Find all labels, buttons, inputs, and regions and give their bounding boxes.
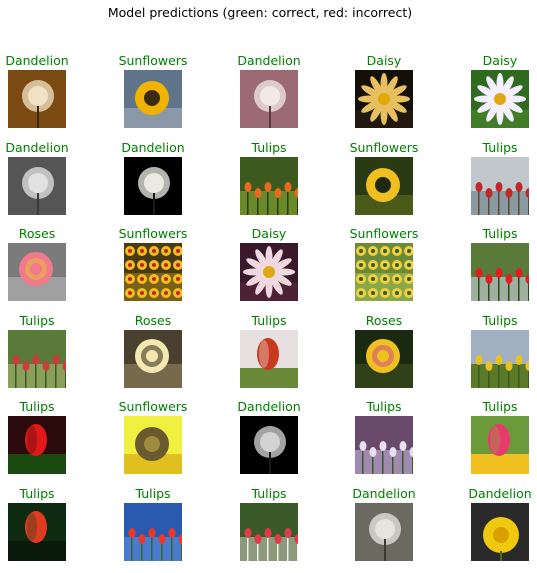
prediction-cell: Tulips — [0, 400, 95, 486]
prediction-cell: Daisy — [442, 54, 537, 140]
prediction-label: Dandelion — [468, 486, 532, 501]
dandelion-seed-head-photo — [240, 70, 298, 128]
prediction-cell: Tulips — [442, 227, 537, 313]
tulip-field-photo — [240, 157, 298, 215]
daisy-photo — [355, 70, 413, 128]
dandelion-seed-head-photo — [240, 416, 298, 474]
prediction-label: Tulips — [482, 399, 518, 414]
prediction-label: Tulips — [19, 313, 55, 328]
prediction-label: Daisy — [251, 226, 287, 241]
tulip-garden-photo — [8, 330, 66, 388]
prediction-cell: Tulips — [95, 487, 211, 573]
prediction-label: Tulips — [19, 399, 55, 414]
sunflower-photo — [355, 157, 413, 215]
prediction-cell: Tulips — [211, 487, 327, 573]
prediction-cell: Tulips — [326, 400, 442, 486]
prediction-label: Daisy — [482, 53, 518, 68]
tulip-field-photo — [240, 503, 298, 561]
daisy-photo — [240, 243, 298, 301]
dandelion-seed-head-photo — [8, 70, 66, 128]
prediction-cell: Dandelion — [442, 487, 537, 573]
rose-photo — [124, 330, 182, 388]
tulip-photo — [240, 330, 298, 388]
prediction-cell: Sunflowers — [326, 141, 442, 227]
tulip-photo — [471, 416, 529, 474]
prediction-label: Tulips — [135, 486, 171, 501]
prediction-label: Tulips — [482, 313, 518, 328]
prediction-cell: Dandelion — [0, 54, 95, 140]
tulip-field-photo — [355, 416, 413, 474]
prediction-cell: Tulips — [211, 141, 327, 227]
tulip-photo — [8, 503, 66, 561]
prediction-label: Roses — [365, 313, 403, 328]
tulip-field-photo — [471, 330, 529, 388]
sunflower-field-photo — [355, 243, 413, 301]
prediction-label: Sunflowers — [118, 53, 188, 68]
prediction-grid: Dandelion Sunflowers Dandelion Daisy Dais… — [0, 0, 537, 568]
prediction-label: Tulips — [251, 486, 287, 501]
prediction-label: Sunflowers — [349, 140, 419, 155]
prediction-label: Sunflowers — [349, 226, 419, 241]
prediction-label: Daisy — [366, 53, 402, 68]
prediction-cell: Daisy — [211, 227, 327, 313]
prediction-cell: Tulips — [442, 314, 537, 400]
prediction-cell: Sunflowers — [326, 227, 442, 313]
prediction-label: Dandelion — [237, 399, 301, 414]
prediction-cell: Dandelion — [326, 487, 442, 573]
prediction-cell: Tulips — [0, 487, 95, 573]
prediction-label: Tulips — [482, 140, 518, 155]
prediction-label: Dandelion — [237, 53, 301, 68]
rose-photo — [355, 330, 413, 388]
prediction-cell: Dandelion — [95, 141, 211, 227]
prediction-cell: Sunflowers — [95, 227, 211, 313]
prediction-cell: Tulips — [442, 400, 537, 486]
dandelion-flower-photo — [471, 503, 529, 561]
tulip-garden-photo — [124, 503, 182, 561]
prediction-cell: Daisy — [326, 54, 442, 140]
prediction-label: Dandelion — [5, 140, 69, 155]
tulip-field-photo — [471, 157, 529, 215]
sunflower-field-photo — [124, 243, 182, 301]
prediction-label: Dandelion — [5, 53, 69, 68]
prediction-label: Tulips — [251, 313, 287, 328]
prediction-label: Tulips — [366, 399, 402, 414]
tulip-field-photo — [471, 243, 529, 301]
prediction-label: Tulips — [482, 226, 518, 241]
dandelion-seed-head-photo — [355, 503, 413, 561]
dandelion-seed-head-photo — [124, 157, 182, 215]
prediction-cell: Dandelion — [211, 400, 327, 486]
prediction-cell: Roses — [95, 314, 211, 400]
prediction-cell: Dandelion — [0, 141, 95, 227]
prediction-cell: Dandelion — [211, 54, 327, 140]
prediction-label: Roses — [18, 226, 56, 241]
prediction-label: Sunflowers — [118, 399, 188, 414]
prediction-cell: Sunflowers — [95, 400, 211, 486]
prediction-label: Sunflowers — [118, 226, 188, 241]
prediction-cell: Tulips — [0, 314, 95, 400]
prediction-cell: Roses — [326, 314, 442, 400]
prediction-cell: Sunflowers — [95, 54, 211, 140]
prediction-cell: Tulips — [211, 314, 327, 400]
prediction-label: Dandelion — [121, 140, 185, 155]
rose-photo — [8, 243, 66, 301]
prediction-cell: Roses — [0, 227, 95, 313]
sunflower-photo — [124, 416, 182, 474]
sunflower-photo — [124, 70, 182, 128]
prediction-label: Tulips — [251, 140, 287, 155]
prediction-label: Roses — [134, 313, 172, 328]
tulip-photo — [8, 416, 66, 474]
prediction-cell: Tulips — [442, 141, 537, 227]
daisy-photo — [471, 70, 529, 128]
dandelion-seed-head-photo — [8, 157, 66, 215]
prediction-label: Dandelion — [352, 486, 416, 501]
prediction-label: Tulips — [19, 486, 55, 501]
